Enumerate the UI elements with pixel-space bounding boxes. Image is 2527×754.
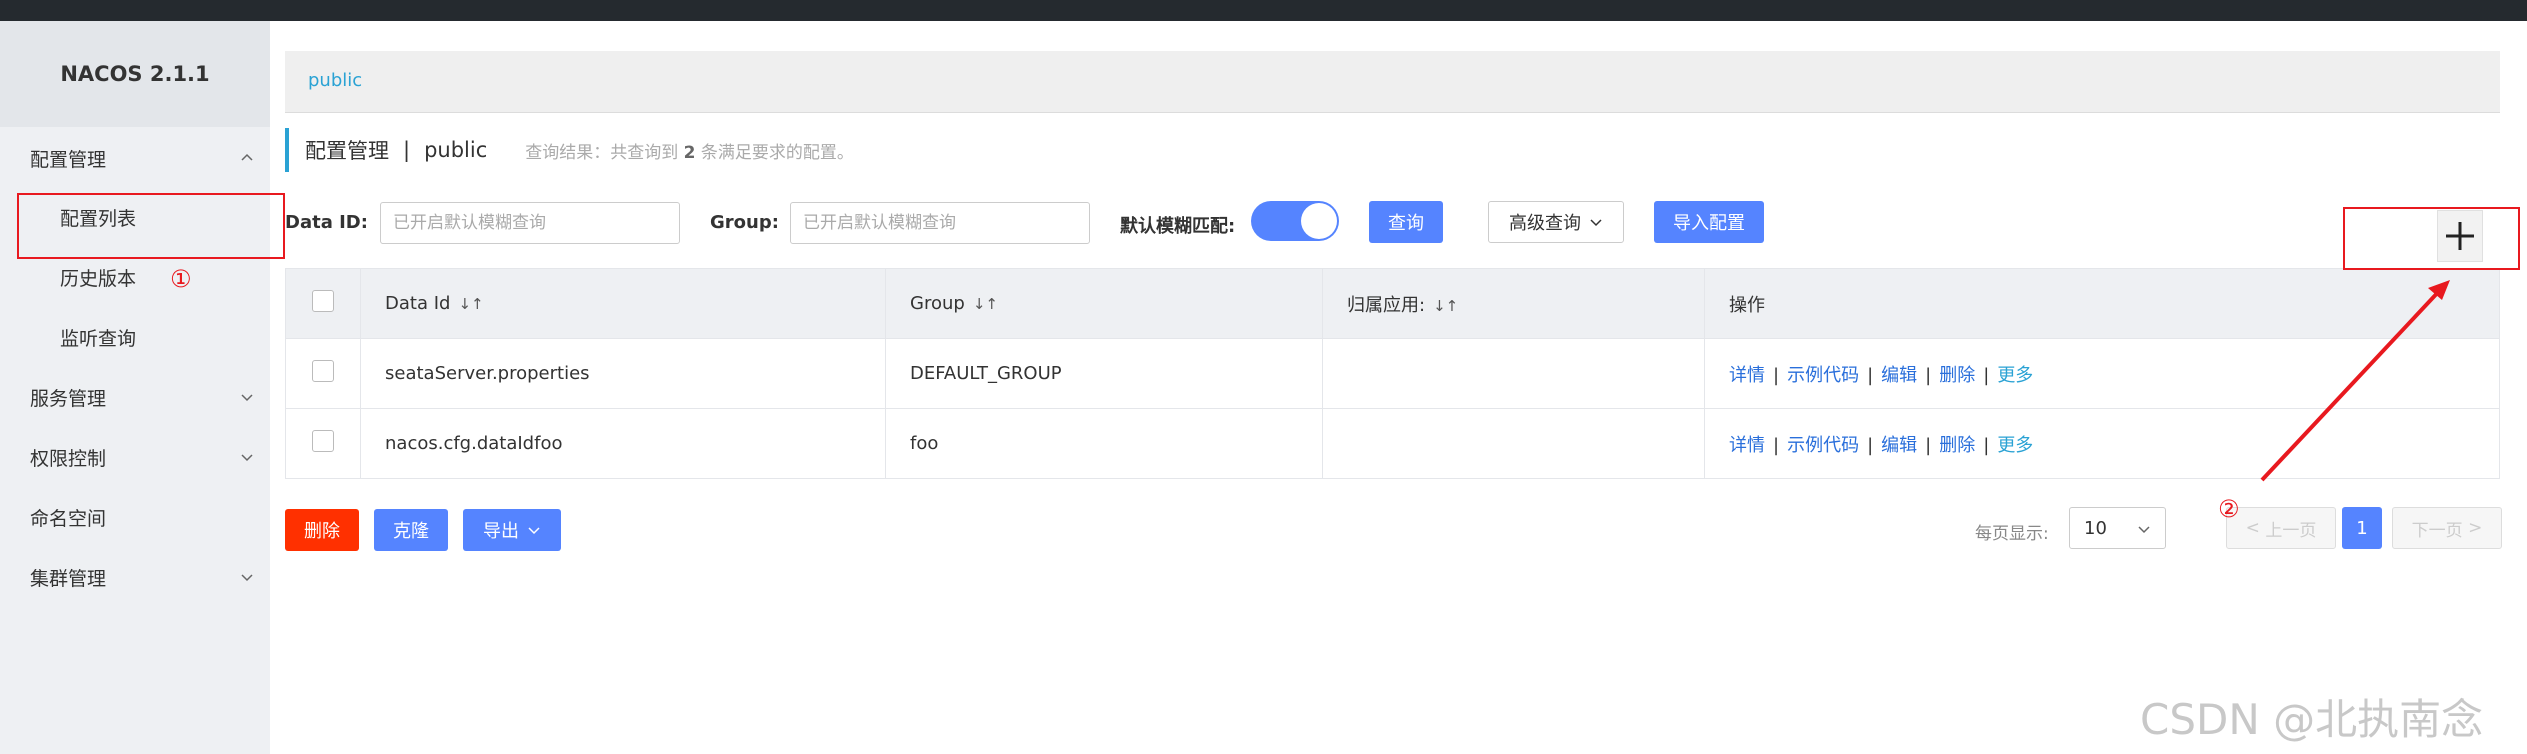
sidebar-item-listener-query[interactable]: 监听查询 [0,317,270,357]
page-namespace: public [424,138,488,162]
prev-page-button[interactable]: < 上一页 [2226,507,2336,549]
fuzzy-match-toggle[interactable] [1251,201,1339,241]
bulk-delete-button[interactable]: 删除 [285,509,359,551]
row-checkbox-cell [285,338,361,409]
page-title: 配置管理 [305,139,389,163]
export-label: 导出 [483,521,519,542]
page-size-select[interactable]: 10 [2069,507,2166,549]
watermark: CSDN @北执南念 [2140,695,2484,744]
app-cell [1322,408,1705,479]
detail-link[interactable]: 详情 [1729,365,1765,386]
page-size-label: 每页显示: [1975,524,2049,544]
sidebar-item-label: 集群管理 [30,567,107,590]
chevron-down-icon [1590,219,1602,227]
delete-link[interactable]: 删除 [1939,435,1975,456]
sample-code-link[interactable]: 示例代码 [1787,435,1859,456]
table-header: Data Id ↓↑ Group ↓↑ 归属应用: ↓↑ 操作 [285,268,2500,339]
page-size-value: 10 [2084,517,2107,539]
chevron-down-icon [241,454,253,462]
sidebar-item-history[interactable]: 历史版本 [0,257,270,297]
sort-icon[interactable]: ↓↑ [1433,297,1458,315]
sidebar-item-config-management[interactable]: 配置管理 [0,138,270,178]
data-id-cell: nacos.cfg.dataIdfoo [360,408,886,479]
data-id-input[interactable] [380,202,680,244]
table-row: seataServer.properties DEFAULT_GROUP 详情 |… [285,338,2500,409]
edit-link[interactable]: 编辑 [1881,435,1917,456]
more-link[interactable]: 更多 [1997,365,2033,386]
namespace-bar: public [285,51,2500,113]
prev-page-label: 上一页 [2265,520,2317,541]
sidebar-item-label: 配置管理 [30,148,107,171]
next-page-label: 下一页 [2411,520,2463,541]
page-header: 配置管理 | public 查询结果：共查询到 2 条满足要求的配置。 [285,128,854,172]
chevron-down-icon [241,574,253,582]
sort-icon[interactable]: ↓↑ [973,295,998,313]
title-separator: | [403,138,411,162]
advanced-query-label: 高级查询 [1509,213,1581,234]
data-id-cell: seataServer.properties [360,338,886,409]
edit-link[interactable]: 编辑 [1881,365,1917,386]
column-header-data-id[interactable]: Data Id ↓↑ [360,268,886,339]
group-cell: foo [885,408,1323,479]
export-button[interactable]: 导出 [463,509,561,551]
group-cell: DEFAULT_GROUP [885,338,1323,409]
config-table: Data Id ↓↑ Group ↓↑ 归属应用: ↓↑ 操作 seataServer… [285,268,2500,479]
advanced-query-button[interactable]: 高级查询 [1488,201,1624,243]
delete-link[interactable]: 删除 [1939,365,1975,386]
sidebar-item-label: 命名空间 [30,507,107,530]
sidebar-item-label: 历史版本 [60,267,137,290]
sort-icon[interactable]: ↓↑ [458,295,483,313]
data-id-label: Data ID: [285,212,368,233]
brand-title: NACOS 2.1.1 [0,21,270,127]
import-config-button[interactable]: 导入配置 [1654,201,1764,243]
sidebar: NACOS 2.1.1 配置管理 配置列表 历史版本 监听查询 服务管理 权限控… [0,21,270,754]
more-link[interactable]: 更多 [1997,435,2033,456]
annotation-box-config-list [17,193,285,259]
header-checkbox-cell [285,268,361,339]
column-header-app[interactable]: 归属应用: ↓↑ [1322,268,1705,339]
chevron-up-icon [241,153,253,161]
group-label: Group: [710,212,779,233]
sidebar-item-cluster-management[interactable]: 集群管理 [0,557,270,597]
fuzzy-match-label: 默认模糊匹配: [1120,216,1236,237]
row-checkbox-cell [285,408,361,479]
annotation-arrow [2260,280,2450,482]
sidebar-item-label: 权限控制 [30,447,107,470]
annotation-box-add-button [2343,207,2520,270]
sidebar-item-label: 服务管理 [30,387,107,410]
namespace-link-public[interactable]: public [308,70,362,91]
group-input[interactable] [790,202,1090,244]
chevron-down-icon [2138,526,2150,534]
query-button[interactable]: 查询 [1369,201,1443,243]
table-row: nacos.cfg.dataIdfoo foo 详情 | 示例代码 | 编辑 | 删除 | 更多 [285,408,2500,479]
chevron-down-icon [528,527,540,535]
row-checkbox[interactable] [312,360,334,382]
annotation-number-two: ② [2218,495,2240,523]
sidebar-item-access-control[interactable]: 权限控制 [0,437,270,477]
select-all-checkbox[interactable] [312,290,334,312]
current-page-button[interactable]: 1 [2342,507,2382,549]
toggle-knob [1301,203,1337,239]
annotation-number-one: ① [170,265,192,293]
chevron-left-icon: < [2245,518,2260,538]
detail-link[interactable]: 详情 [1729,435,1765,456]
column-header-group[interactable]: Group ↓↑ [885,268,1323,339]
app-cell [1322,338,1705,409]
chevron-right-icon: > [2468,518,2483,538]
sample-code-link[interactable]: 示例代码 [1787,365,1859,386]
next-page-button[interactable]: 下一页 > [2392,507,2502,549]
sidebar-item-label: 监听查询 [60,327,137,350]
top-bar [0,0,2527,21]
chevron-down-icon [241,394,253,402]
query-result-hint: 查询结果：共查询到 2 条满足要求的配置。 [525,142,854,163]
sidebar-item-namespace[interactable]: 命名空间 [0,497,270,537]
sidebar-item-service-management[interactable]: 服务管理 [0,377,270,417]
clone-button[interactable]: 克隆 [374,509,448,551]
row-checkbox[interactable] [312,430,334,452]
